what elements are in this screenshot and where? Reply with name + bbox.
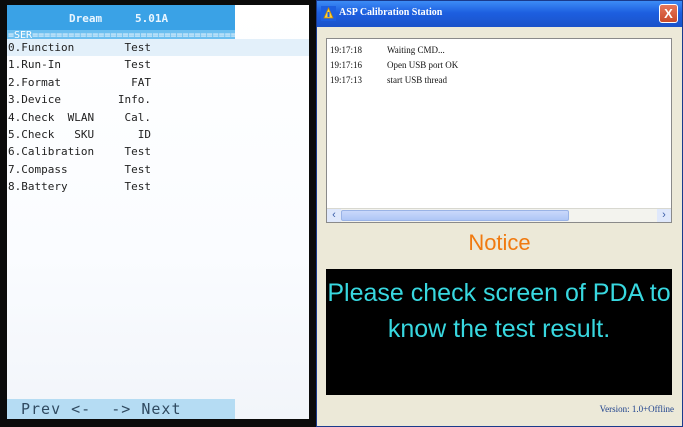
- scroll-left-icon[interactable]: ‹: [327, 209, 341, 222]
- menu-item-label: 4.Check WLAN: [8, 110, 95, 124]
- pda-menu-item-check-sku[interactable]: 5.Check SKU ID: [7, 126, 309, 143]
- result-panel: Please check screen of PDA to know the t…: [326, 269, 672, 395]
- log-time: 19:17:18: [330, 45, 363, 55]
- scroll-right-icon[interactable]: ›: [657, 209, 671, 222]
- pda-version: 5.01A: [135, 12, 169, 25]
- pda-menu-item-device[interactable]: 3.Device Info.: [7, 91, 309, 108]
- menu-item-value: ID: [137, 127, 151, 141]
- pda-menu-item-run-in[interactable]: 1.Run-In Test: [7, 56, 309, 73]
- pda-menu-item-function[interactable]: 0.Function Test: [7, 39, 309, 57]
- log-time: 19:17:16: [330, 60, 363, 70]
- log-list[interactable]: 19:17:18 Waiting CMD... 19:17:16 Open USB …: [326, 38, 672, 223]
- close-button[interactable]: X: [659, 4, 678, 23]
- window-title: ASP Calibration Station: [339, 7, 443, 18]
- pda-menu-item-battery[interactable]: 8.Battery Test: [7, 178, 309, 195]
- pda-menu-item-calibration[interactable]: 6.Calibration Test: [7, 143, 309, 160]
- pda-device: Dream 5.01A =SER========================…: [0, 0, 316, 427]
- result-line-1: Please check screen of PDA to: [327, 279, 671, 307]
- log-time: 19:17:13: [330, 75, 363, 85]
- log-message: Waiting CMD...: [387, 45, 445, 55]
- menu-item-label: 6.Calibration: [8, 145, 95, 159]
- log-lines: 19:17:18 Waiting CMD... 19:17:16 Open USB …: [330, 43, 458, 88]
- notice-heading: Notice: [468, 230, 531, 255]
- menu-item-label: 0.Function: [8, 41, 75, 54]
- pda-model: Dream: [69, 12, 103, 25]
- pda-menu-item-check-wlan[interactable]: 4.Check WLAN Cal.: [7, 109, 309, 126]
- menu-item-label: 3.Device: [8, 93, 61, 107]
- menu-item-label: 7.Compass: [8, 162, 68, 176]
- pda-nav-footer[interactable]: Prev <- -> Next: [7, 399, 235, 419]
- log-entry: 19:17:13 start USB thread: [330, 73, 458, 88]
- menu-item-label: 8.Battery: [8, 180, 68, 194]
- app-icon: [321, 6, 336, 21]
- title-bar[interactable]: ASP Calibration Station X: [317, 1, 682, 27]
- pda-menu: 0.Function Test 1.Run-In Test 2.Format F…: [7, 39, 309, 196]
- result-line-2: know the test result.: [387, 315, 611, 343]
- scrollbar-thumb[interactable]: [341, 210, 569, 221]
- calibration-window: ASP Calibration Station X 19:17:18 Waitin…: [316, 0, 683, 427]
- menu-item-label: 1.Run-In: [8, 58, 61, 72]
- menu-item-value: Test: [124, 41, 152, 54]
- log-message: Open USB port OK: [387, 60, 459, 70]
- menu-item-value: Test: [124, 58, 152, 72]
- pda-header: Dream 5.01A: [7, 5, 235, 31]
- menu-item-value: Cal.: [124, 110, 152, 124]
- menu-item-value: Test: [124, 162, 152, 176]
- menu-item-value: FAT: [131, 75, 151, 89]
- log-message: start USB thread: [387, 75, 447, 85]
- menu-item-value: Info.: [117, 93, 151, 107]
- log-entry: 19:17:18 Waiting CMD...: [330, 43, 458, 58]
- pda-menu-item-format[interactable]: 2.Format FAT: [7, 74, 309, 91]
- log-entry: 19:17:16 Open USB port OK: [330, 58, 458, 73]
- result-message: Please check screen of PDA to know the t…: [326, 275, 672, 347]
- menu-item-label: 2.Format: [8, 75, 61, 89]
- pda-screen: Dream 5.01A =SER========================…: [7, 5, 309, 419]
- menu-item-value: Test: [124, 145, 152, 159]
- menu-item-value: Test: [124, 180, 152, 194]
- version-label: Version: 1.0+Offline: [599, 404, 674, 414]
- menu-item-label: 5.Check SKU: [8, 127, 95, 141]
- horizontal-scrollbar[interactable]: ‹ ›: [327, 208, 671, 222]
- pda-menu-item-compass[interactable]: 7.Compass Test: [7, 161, 309, 178]
